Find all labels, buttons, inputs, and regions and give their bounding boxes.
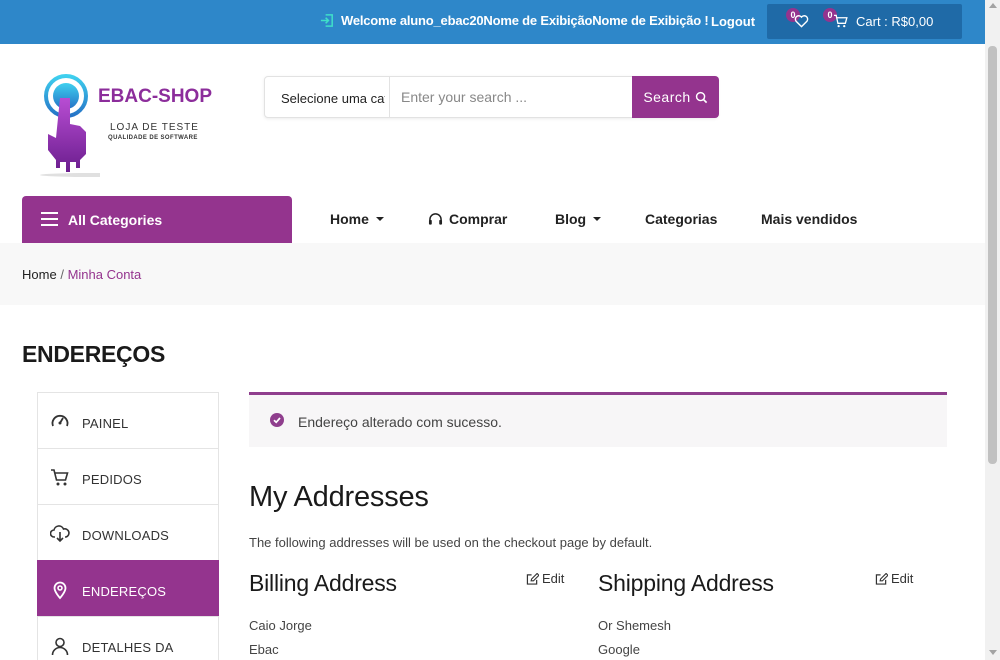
site-logo[interactable]: EBAC-SHOP LOJA DE TESTE QUALIDADE DE SOF…: [30, 70, 220, 180]
addresses-intro: The following addresses will be used on …: [249, 535, 653, 550]
breadcrumb-home[interactable]: Home: [22, 267, 57, 282]
nav-mais-vendidos[interactable]: Mais vendidos: [761, 211, 857, 227]
search-button[interactable]: Search: [632, 76, 719, 118]
sidebar-item-label: ENDEREÇOS: [82, 584, 167, 599]
welcome-text: Welcome aluno_ebac20Nome de ExibiçãoNome…: [341, 13, 709, 28]
sidebar-item-label: DETALHES DA: [82, 640, 174, 655]
billing-line-company: Ebac: [249, 642, 279, 657]
all-categories-label: All Categories: [68, 212, 163, 228]
page-title: ENDEREÇOS: [22, 341, 165, 367]
shipping-edit-label: Edit: [891, 571, 914, 586]
nav-categorias[interactable]: Categorias: [645, 211, 717, 227]
logo-tagline: QUALIDADE DE SOFTWARE: [108, 135, 198, 141]
search-divider: [389, 77, 390, 117]
search-icon: [695, 91, 707, 103]
search-button-label: Search: [643, 89, 691, 105]
sidebar-item-label: DOWNLOADS: [82, 528, 170, 543]
top-bar: Welcome aluno_ebac20Nome de ExibiçãoNome…: [0, 0, 985, 44]
dashboard-gauge-icon: [51, 414, 69, 427]
all-categories-button[interactable]: All Categories: [22, 196, 292, 243]
logo-title: EBAC-SHOP: [98, 86, 213, 107]
category-select[interactable]: Selecione uma categoria: [281, 91, 385, 106]
billing-address-heading: Billing Address: [249, 570, 397, 596]
success-notice: Endereço alterado com sucesso.: [249, 392, 947, 447]
notice-message: Endereço alterado com sucesso.: [298, 414, 502, 430]
scroll-up-arrow-icon[interactable]: [989, 3, 997, 8]
account-sidebar: PAINEL PEDIDOS DOWNLOADS ENDEREÇOS DETAL…: [37, 392, 219, 660]
cart-icon: [51, 469, 69, 486]
welcome-message: Welcome aluno_ebac20Nome de ExibiçãoNome…: [320, 13, 709, 28]
sign-in-icon: [320, 14, 333, 27]
heart-icon[interactable]: [794, 14, 809, 28]
chevron-down-icon: [593, 217, 602, 221]
breadcrumb-bar: Home / Minha Conta: [0, 243, 985, 305]
billing-edit-label: Edit: [542, 571, 565, 586]
scroll-down-arrow-icon[interactable]: [989, 650, 997, 655]
search-input[interactable]: [391, 78, 631, 116]
cart-icon[interactable]: [833, 14, 848, 28]
sidebar-item-pedidos[interactable]: PEDIDOS: [37, 448, 219, 504]
scrollbar-thumb[interactable]: [988, 46, 997, 464]
sidebar-item-detalhes[interactable]: DETALHES DA: [37, 616, 219, 660]
shipping-line-name: Or Shemesh: [598, 618, 671, 633]
cloud-download-icon: [50, 525, 70, 543]
nav-comprar[interactable]: Comprar: [428, 211, 507, 227]
sidebar-item-downloads[interactable]: DOWNLOADS: [37, 504, 219, 560]
user-icon: [51, 637, 69, 656]
breadcrumb-current: Minha Conta: [67, 267, 142, 282]
location-pin-icon: [53, 581, 67, 600]
cart-total-label[interactable]: Cart : R$0,00: [856, 14, 933, 29]
billing-line-name: Caio Jorge: [249, 618, 312, 633]
breadcrumb-separator: /: [60, 267, 64, 282]
nav-home-label: Home: [330, 211, 369, 227]
nav-blog[interactable]: Blog: [555, 211, 602, 227]
nav-comprar-label: Comprar: [449, 211, 508, 227]
sidebar-item-label: PAINEL: [82, 416, 129, 431]
billing-edit-link[interactable]: Edit: [526, 571, 564, 586]
sidebar-item-label: PEDIDOS: [82, 472, 142, 487]
hamburger-icon: [41, 212, 58, 230]
page-scrollbar[interactable]: [985, 0, 1000, 660]
breadcrumb: Home / Minha Conta: [22, 267, 141, 282]
logout-link[interactable]: Logout: [711, 14, 755, 29]
headset-icon: [428, 213, 443, 225]
nav-home[interactable]: Home: [330, 211, 384, 227]
shipping-line-company: Google: [598, 642, 640, 657]
nav-blog-label: Blog: [555, 211, 587, 227]
sidebar-item-enderecos[interactable]: ENDEREÇOS: [37, 560, 219, 616]
nav-categorias-label: Categorias: [645, 211, 718, 227]
touch-hand-logo-icon: [40, 74, 100, 177]
cart-box[interactable]: 0 0 Cart : R$0,00: [767, 4, 962, 39]
nav-mais-vendidos-label: Mais vendidos: [761, 211, 858, 227]
chevron-down-icon: [375, 217, 384, 221]
my-addresses-heading: My Addresses: [249, 481, 429, 513]
logo-subtitle: LOJA DE TESTE: [110, 122, 199, 133]
edit-icon: [875, 572, 888, 585]
shipping-edit-link[interactable]: Edit: [875, 571, 913, 586]
check-circle-icon: [270, 413, 284, 427]
shipping-address-heading: Shipping Address: [598, 570, 774, 596]
edit-icon: [526, 572, 539, 585]
sidebar-item-painel[interactable]: PAINEL: [37, 392, 219, 448]
page: Welcome aluno_ebac20Nome de ExibiçãoNome…: [0, 0, 1000, 660]
search-bar: Selecione uma categoria Search: [264, 76, 719, 118]
